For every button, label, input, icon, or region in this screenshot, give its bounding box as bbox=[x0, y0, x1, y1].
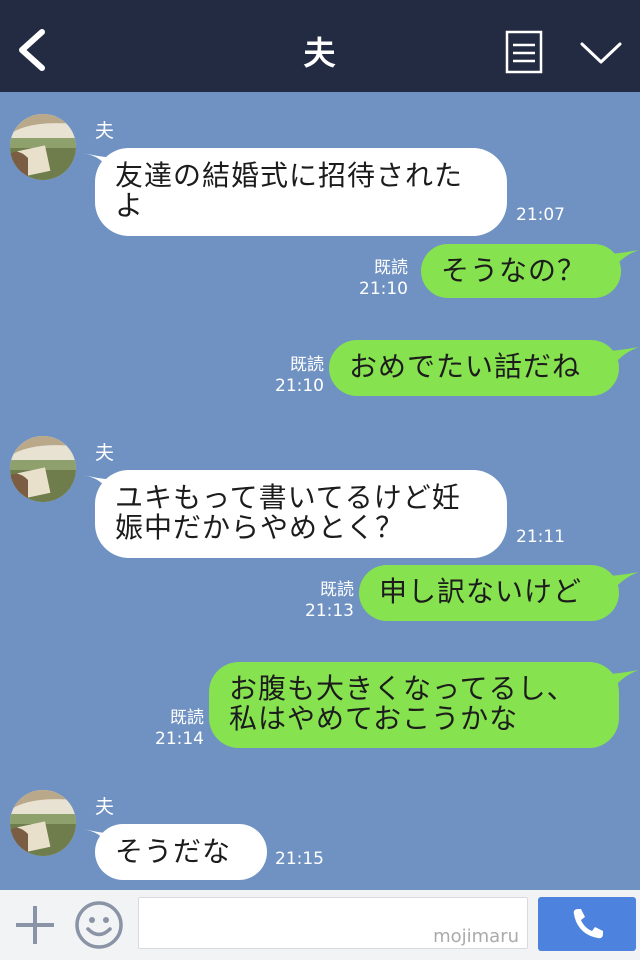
read-receipt: 既読 bbox=[374, 258, 408, 278]
message-bubble-incoming[interactable]: 友達の結婚式に招待された よ bbox=[95, 148, 507, 236]
message-text: よ bbox=[115, 189, 145, 222]
message-status: 既読 21:13 bbox=[300, 580, 354, 622]
message-text: 申し訳ないけど bbox=[379, 575, 583, 608]
message-time: 21:13 bbox=[305, 601, 354, 621]
avatar[interactable] bbox=[10, 790, 76, 856]
add-button[interactable] bbox=[12, 902, 58, 948]
message-time: 21:15 bbox=[275, 849, 324, 869]
message-bubble-incoming[interactable]: そうだな bbox=[95, 824, 267, 880]
message-text: 友達の結婚式に招待された bbox=[115, 159, 464, 192]
phone-icon bbox=[573, 909, 603, 939]
chevron-down-icon bbox=[580, 42, 622, 64]
smiley-icon bbox=[75, 901, 123, 949]
message-bubble-outgoing[interactable]: そうなの？ bbox=[421, 244, 621, 298]
message-time: 21:10 bbox=[359, 279, 408, 299]
message-text: おめでたい話だね bbox=[349, 350, 582, 383]
avatar[interactable] bbox=[10, 114, 76, 180]
read-receipt: 既読 bbox=[320, 580, 354, 600]
sender-name: 夫 bbox=[95, 120, 115, 142]
menu-list-icon bbox=[505, 30, 543, 74]
chat-header: 夫 bbox=[0, 0, 640, 92]
message-time: 21:10 bbox=[275, 376, 324, 396]
message-bubble-outgoing[interactable]: 申し訳ないけど bbox=[359, 565, 619, 621]
call-button[interactable] bbox=[538, 897, 636, 951]
message-text: そうなの？ bbox=[441, 254, 587, 287]
read-receipt: 既読 bbox=[170, 708, 204, 728]
read-receipt: 既読 bbox=[290, 355, 324, 375]
menu-button[interactable] bbox=[504, 29, 544, 75]
sender-name: 夫 bbox=[95, 796, 115, 818]
chat-title: 夫 bbox=[303, 34, 337, 72]
message-bubble-outgoing[interactable]: おめでたい話だね bbox=[329, 340, 619, 396]
message-status: 既読 21:14 bbox=[150, 708, 204, 750]
message-text: お腹も大きくなってるし、 bbox=[229, 672, 576, 705]
message-text: ユキもって書いてるけど妊 bbox=[115, 481, 461, 514]
emoji-button[interactable] bbox=[74, 900, 124, 950]
avatar-image bbox=[10, 114, 76, 180]
message-text: そうだな bbox=[115, 835, 232, 868]
message-text: 娠中だからやめとく？ bbox=[115, 511, 405, 544]
avatar-image bbox=[10, 436, 76, 502]
chat-area[interactable]: 夫 友達の結婚式に招待された よ 21:07 既読 21:10 そうなの？ 既読… bbox=[0, 92, 640, 890]
plus-icon bbox=[16, 906, 54, 944]
message-text: 私はやめておこうかな bbox=[229, 702, 519, 735]
avatar-image bbox=[10, 790, 76, 856]
message-input[interactable]: mojimaru bbox=[138, 897, 528, 949]
message-status: 既読 21:10 bbox=[270, 355, 324, 397]
message-bubble-outgoing[interactable]: お腹も大きくなってるし、 私はやめておこうかな bbox=[209, 662, 619, 748]
sender-name: 夫 bbox=[95, 442, 115, 464]
message-status: 既読 21:10 bbox=[356, 258, 408, 300]
collapse-button[interactable] bbox=[576, 34, 626, 70]
message-time: 21:07 bbox=[516, 205, 565, 225]
message-time: 21:14 bbox=[155, 729, 204, 749]
avatar[interactable] bbox=[10, 436, 76, 502]
message-bubble-incoming[interactable]: ユキもって書いてるけど妊 娠中だからやめとく？ bbox=[95, 470, 507, 558]
message-time: 21:11 bbox=[516, 527, 565, 547]
